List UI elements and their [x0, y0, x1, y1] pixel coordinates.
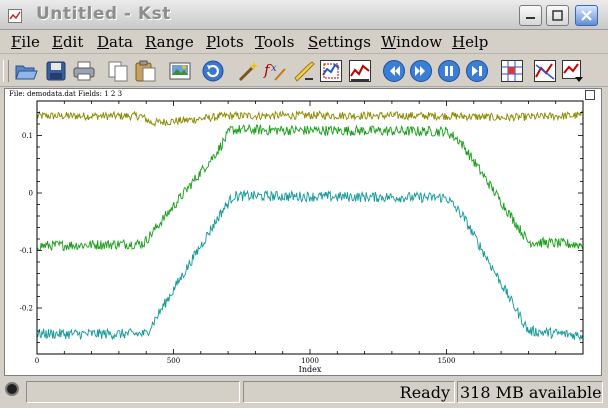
series-line-3 — [36, 189, 583, 342]
x-axis-label: Index — [299, 365, 322, 374]
plot-canvas[interactable]: 0 500 1000 1500 0.1 0 -0.1 -0.2 Index — [5, 89, 603, 377]
maximize-button[interactable] — [546, 5, 569, 26]
y-tick-label: -0.1 — [20, 247, 34, 255]
plot-frame — [36, 100, 584, 355]
minimize-button[interactable] — [519, 5, 542, 26]
file-fields-label: File: demodata.dat Fields: 1 2 3 — [9, 90, 123, 98]
series-layer — [36, 110, 583, 342]
menu-settings[interactable]: Settings — [308, 33, 371, 51]
forward-icon[interactable] — [409, 59, 433, 83]
zoom-xy-icon[interactable] — [319, 59, 343, 83]
menu-bar: File Edit Data Range Plots Tools Setting… — [0, 30, 608, 54]
export-image-icon[interactable] — [168, 59, 192, 83]
y-tick-label: 0 — [29, 190, 33, 198]
kst-app-icon[interactable] — [8, 8, 22, 23]
menu-window[interactable]: Window — [381, 33, 442, 51]
y-tick-label: 0.1 — [22, 132, 33, 140]
menu-range[interactable]: Range — [145, 33, 194, 51]
graphics-mode-icon[interactable] — [561, 59, 585, 83]
open-icon[interactable] — [14, 59, 38, 83]
memory-box: 318 MB available — [457, 381, 603, 403]
title-bar: Untitled - Kst — [0, 0, 608, 30]
svg-text:x: x — [271, 63, 277, 74]
menu-plots[interactable]: Plots — [206, 33, 244, 51]
status-field-left — [26, 381, 240, 403]
menu-file[interactable]: File — [11, 33, 40, 51]
paste-icon[interactable] — [133, 59, 157, 83]
reload-icon[interactable] — [201, 59, 225, 83]
menu-edit[interactable]: Edit — [52, 33, 83, 51]
zoom-x-icon[interactable] — [348, 59, 372, 83]
y-tick-label: -0.2 — [20, 305, 34, 313]
x-tick-label: 500 — [167, 357, 180, 365]
edit-vector-icon[interactable] — [292, 59, 316, 83]
menu-tools[interactable]: Tools — [255, 33, 294, 51]
plot-zoom-icon[interactable] — [533, 59, 557, 83]
menu-help[interactable]: Help — [452, 33, 488, 51]
toolbar-grip[interactable] — [3, 60, 9, 82]
series-line-1 — [36, 110, 583, 128]
plugin-icon[interactable]: fx — [263, 59, 287, 83]
save-icon[interactable] — [44, 59, 68, 83]
plot-area[interactable]: 0 500 1000 1500 0.1 0 -0.1 -0.2 Index File: dem… — [4, 88, 602, 376]
x-tick-label: 0 — [35, 357, 39, 365]
x-tick-label: 1500 — [438, 357, 456, 365]
memory-status: 318 MB available — [460, 383, 602, 402]
status-message-box: Ready — [243, 381, 455, 403]
data-wizard-icon[interactable] — [236, 59, 260, 83]
x-tick-label: 1000 — [301, 357, 319, 365]
advance-icon[interactable] — [465, 59, 489, 83]
window-title: Untitled - Kst — [36, 4, 171, 24]
close-button[interactable] — [575, 5, 598, 26]
status-indicator-icon — [5, 382, 19, 396]
back-icon[interactable] — [382, 59, 406, 83]
status-bar: Ready 318 MB available — [0, 377, 608, 408]
pause-icon[interactable] — [437, 59, 461, 83]
series-line-2 — [36, 123, 583, 252]
status-message: Ready — [399, 383, 450, 402]
menu-data[interactable]: Data — [97, 33, 133, 51]
print-icon[interactable] — [72, 59, 96, 83]
copy-icon[interactable] — [106, 59, 130, 83]
layout-icon[interactable] — [500, 59, 524, 83]
plot-corner-box[interactable] — [585, 90, 595, 100]
axis-ticks: 0 500 1000 1500 0.1 0 -0.1 -0.2 — [20, 100, 584, 365]
toolbar: fx — [0, 55, 608, 87]
